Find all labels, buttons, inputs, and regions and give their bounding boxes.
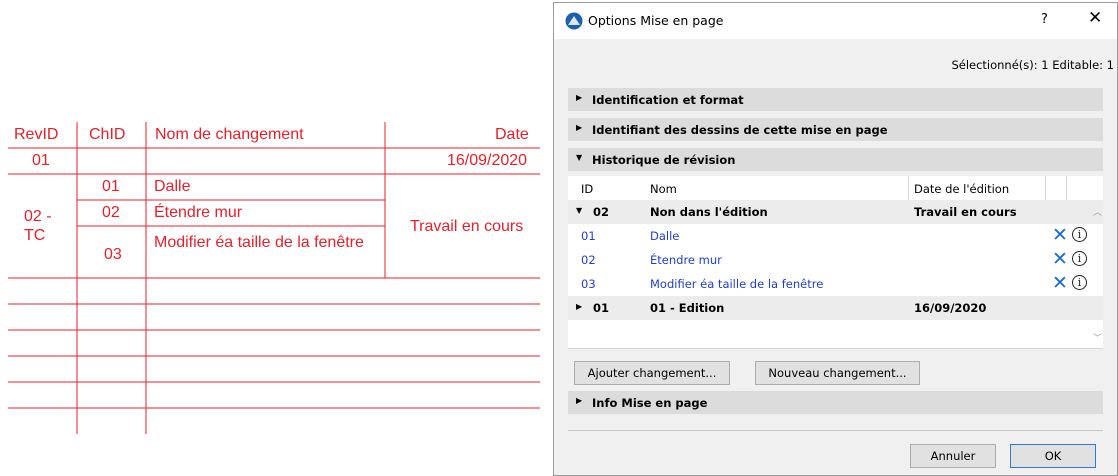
section-identification[interactable]: ▶ Identification et format	[568, 88, 1103, 111]
scroll-up-icon[interactable]: ︿	[1093, 205, 1102, 218]
section-label: Historique de révision	[592, 153, 736, 167]
revision-date: 16/09/2020	[914, 301, 987, 315]
col-header-nom: Nom	[650, 182, 677, 196]
revision-row-01[interactable]: ▶ 01 01 - Edition 16/09/2020	[568, 296, 1103, 320]
section-label: Info Mise en page	[592, 396, 708, 410]
expand-arrow-icon: ▶	[576, 396, 583, 405]
revision-name: Non dans l'édition	[650, 205, 768, 219]
change-name: Dalle	[650, 229, 680, 243]
info-icon[interactable]: i	[1072, 227, 1087, 242]
layout-options-dialog: Options Mise en page ? ✕ Sélectionné(s):…	[553, 2, 1118, 476]
change-row[interactable]: 03 Modifier éa taille de la fenêtre ✕ i	[568, 272, 1103, 296]
revision-drawing: RevID ChID Nom de changement Date 01 16/…	[0, 0, 548, 476]
remove-change-icon[interactable]: ✕	[1052, 273, 1068, 293]
col-header-chid: ChID	[89, 126, 126, 143]
collapse-arrow-icon[interactable]: ▼	[576, 206, 582, 215]
change-id: 03	[581, 277, 596, 291]
col-header-nom: Nom de changement	[155, 126, 304, 143]
close-button[interactable]: ✕	[1088, 8, 1102, 28]
scroll-down-icon[interactable]: ﹀	[1093, 331, 1102, 344]
revision-history-table: ID Nom Date de l'édition ▼ 02 Non dans l…	[568, 176, 1103, 349]
help-button[interactable]: ?	[1041, 12, 1048, 27]
col-header-date: Date de l'édition	[914, 182, 1010, 196]
expand-arrow-icon: ▶	[576, 123, 583, 132]
change-id: 02	[581, 253, 596, 267]
section-layout-info[interactable]: ▶ Info Mise en page	[568, 391, 1103, 414]
expand-arrow-icon: ▶	[576, 93, 583, 102]
revision-id: 02	[593, 205, 610, 219]
rev02-status: Travail en cours	[410, 218, 524, 235]
revision-name: 01 - Edition	[650, 301, 725, 315]
archicad-app-icon	[565, 12, 583, 30]
footer-divider	[568, 430, 1103, 431]
cancel-button[interactable]: Annuler	[910, 444, 996, 468]
change-id: 02	[102, 204, 120, 221]
revision-row-02[interactable]: ▼ 02 Non dans l'édition Travail en cours	[568, 200, 1103, 224]
info-icon[interactable]: i	[1072, 251, 1087, 266]
rev01-id: 01	[32, 152, 50, 169]
change-id: 01	[581, 229, 596, 243]
info-icon[interactable]: i	[1072, 275, 1087, 290]
change-id: 03	[104, 246, 122, 263]
title-bar: Options Mise en page ? ✕	[554, 3, 1117, 39]
col-header-revid: RevID	[14, 126, 59, 143]
new-change-button[interactable]: Nouveau changement...	[755, 361, 920, 385]
revision-date: Travail en cours	[914, 205, 1017, 219]
col-header-date: Date	[495, 126, 529, 143]
remove-change-icon[interactable]: ✕	[1052, 225, 1068, 245]
col-header-id: ID	[581, 182, 594, 196]
expand-arrow-icon[interactable]: ▶	[576, 302, 582, 311]
change-row[interactable]: 02 Étendre mur ✕ i	[568, 248, 1103, 272]
rev02-id: 02 - TC	[24, 208, 52, 244]
change-name: Étendre mur	[650, 253, 722, 267]
section-revision-history[interactable]: ▼ Historique de révision	[568, 148, 1103, 171]
remove-change-icon[interactable]: ✕	[1052, 249, 1068, 269]
section-label: Identifiant des dessins de cette mise en…	[592, 123, 888, 137]
selection-info: Sélectionné(s): 1 Editable: 1	[951, 58, 1114, 72]
collapse-arrow-icon: ▼	[576, 153, 583, 162]
change-name: Modifier éa taille de la fenêtre	[154, 234, 364, 251]
change-name: Étendre mur	[154, 204, 243, 221]
column-divider	[1045, 176, 1046, 200]
change-id: 01	[102, 178, 120, 195]
section-label: Identification et format	[592, 93, 744, 107]
dialog-title: Options Mise en page	[588, 13, 724, 28]
revision-id: 01	[593, 301, 610, 315]
column-divider	[908, 176, 909, 200]
ok-button[interactable]: OK	[1010, 444, 1096, 468]
add-change-button[interactable]: Ajouter changement...	[574, 361, 730, 385]
change-row[interactable]: 01 Dalle ✕ i	[568, 224, 1103, 248]
rev01-date: 16/09/2020	[447, 152, 528, 169]
change-name: Dalle	[154, 178, 191, 195]
change-name: Modifier éa taille de la fenêtre	[650, 277, 824, 291]
section-drawing-ids[interactable]: ▶ Identifiant des dessins de cette mise …	[568, 118, 1103, 141]
column-divider	[1066, 176, 1067, 200]
